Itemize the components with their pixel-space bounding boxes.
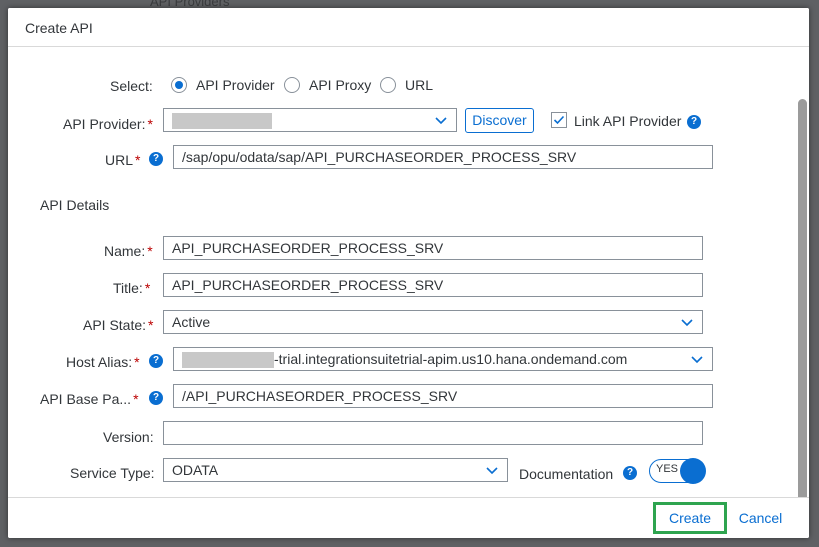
host-alias-value: -trial.integrationsuitetrial-apim.us10.h…	[274, 351, 628, 367]
radio-url-label[interactable]: URL	[405, 77, 433, 93]
radio-api-proxy-label[interactable]: API Proxy	[309, 77, 371, 93]
name-label: Name: *	[104, 243, 153, 259]
api-base-path-label: API Base Pa... *	[40, 391, 139, 407]
dialog-content: Select: API Provider API Proxy URL API P…	[8, 47, 809, 509]
radio-api-proxy[interactable]	[284, 77, 300, 93]
help-icon[interactable]: ?	[623, 466, 637, 480]
link-api-provider-label[interactable]: Link API Provider	[574, 113, 681, 129]
service-type-value: ODATA	[172, 462, 219, 478]
checkmark-icon	[553, 115, 565, 125]
api-base-path-input[interactable]: /API_PURCHASEORDER_PROCESS_SRV	[173, 384, 713, 408]
api-state-value: Active	[172, 314, 211, 330]
create-button[interactable]: Create	[653, 502, 727, 534]
name-input[interactable]: API_PURCHASEORDER_PROCESS_SRV	[163, 236, 703, 260]
radio-url[interactable]	[380, 77, 396, 93]
url-label: URL *	[105, 152, 141, 168]
chevron-down-icon	[681, 319, 693, 327]
documentation-switch[interactable]: YES	[649, 458, 706, 484]
documentation-label: Documentation	[519, 466, 614, 482]
help-icon[interactable]: ?	[149, 391, 163, 405]
chevron-down-icon	[486, 467, 498, 475]
redacted-value	[172, 113, 272, 130]
host-alias-select[interactable]: -trial.integrationsuitetrial-apim.us10.h…	[173, 347, 713, 371]
version-label: Version:	[103, 429, 154, 445]
redacted-value	[182, 352, 274, 369]
service-type-select[interactable]: ODATA	[163, 458, 508, 482]
select-label: Select:	[110, 78, 153, 94]
chevron-down-icon	[691, 356, 703, 364]
radio-api-provider[interactable]	[171, 77, 187, 93]
switch-label: YES	[656, 463, 679, 475]
switch-knob	[680, 458, 706, 484]
title-label: Title: *	[113, 280, 151, 296]
dialog-header: Create API	[8, 8, 809, 47]
help-icon[interactable]: ?	[687, 115, 701, 129]
discover-button[interactable]: Discover	[465, 108, 534, 133]
help-icon[interactable]: ?	[149, 152, 163, 166]
dialog-footer: Create Cancel	[8, 497, 809, 538]
link-api-provider-checkbox[interactable]	[551, 112, 567, 128]
dialog-title: Create API	[25, 20, 93, 36]
cancel-button[interactable]: Cancel	[733, 502, 788, 534]
radio-api-provider-label[interactable]: API Provider	[196, 77, 275, 93]
create-api-dialog: Create API Select: API Provider API Prox…	[8, 8, 809, 538]
api-provider-label: API Provider: *	[63, 116, 153, 132]
version-input[interactable]	[163, 421, 703, 445]
scrollbar[interactable]	[798, 99, 807, 509]
api-details-section-title: API Details	[40, 197, 110, 213]
host-alias-label: Host Alias: *	[66, 354, 140, 370]
api-state-select[interactable]: Active	[163, 310, 703, 334]
title-input[interactable]: API_PURCHASEORDER_PROCESS_SRV	[163, 273, 703, 297]
url-input[interactable]: /sap/opu/odata/sap/API_PURCHASEORDER_PRO…	[173, 145, 713, 169]
help-icon[interactable]: ?	[149, 354, 163, 368]
service-type-label: Service Type:	[70, 465, 155, 481]
api-state-label: API State: *	[83, 317, 154, 333]
api-provider-select[interactable]	[163, 108, 457, 132]
chevron-down-icon	[435, 117, 447, 125]
